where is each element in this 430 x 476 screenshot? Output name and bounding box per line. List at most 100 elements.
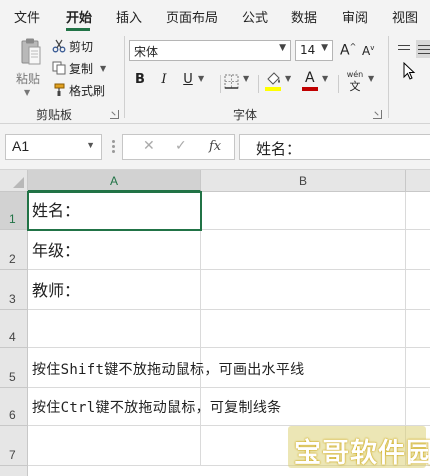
watermark-text: 宝哥软件园 <box>294 438 430 469</box>
chevron-down-icon: ▼ <box>279 43 286 53</box>
tab-review[interactable]: 审阅 <box>342 7 368 26</box>
scissors-icon <box>52 39 66 53</box>
ribbon: 粘贴 ▼ 剪切 复制 ▼ 格式刷 剪贴板 宋体 ▼ 14 ▼ A^ Av B I… <box>0 32 430 124</box>
format-painter-button[interactable]: 格式刷 <box>52 81 105 99</box>
decrease-font-size-button[interactable]: Av <box>362 44 374 58</box>
cut-label: 剪切 <box>69 39 94 54</box>
underline-button[interactable]: U <box>180 72 196 87</box>
underline-dropdown-icon[interactable]: ▼ <box>198 74 204 83</box>
cell-a3[interactable]: 教师： <box>28 270 201 310</box>
fill-color-dropdown-icon[interactable]: ▼ <box>285 74 291 83</box>
copy-dropdown-icon[interactable]: ▼ <box>100 64 106 73</box>
tab-insert[interactable]: 插入 <box>116 7 142 26</box>
row-header[interactable]: 7 <box>0 426 28 466</box>
active-tab-indicator <box>66 28 90 31</box>
paste-dropdown-icon[interactable]: ▼ <box>24 88 30 97</box>
cell-a2[interactable]: 年级： <box>28 230 201 270</box>
cell-c6[interactable] <box>406 388 430 426</box>
row-header[interactable]: 3 <box>0 270 28 310</box>
column-header-c[interactable] <box>406 170 430 192</box>
cell-a4[interactable] <box>28 310 201 348</box>
row-header[interactable]: 6 <box>0 388 28 426</box>
font-divider <box>220 75 221 93</box>
cell-b4[interactable] <box>201 310 406 348</box>
mouse-cursor-icon <box>403 62 416 80</box>
cell-c1[interactable] <box>406 192 430 230</box>
row-header[interactable]: 4 <box>0 310 28 348</box>
formula-bar-resize-handle[interactable] <box>112 140 115 154</box>
italic-button[interactable]: I <box>156 72 172 87</box>
format-painter-label: 格式刷 <box>69 83 106 98</box>
column-header-b[interactable]: B <box>201 170 406 192</box>
cell-b1[interactable] <box>201 192 406 230</box>
paste-button[interactable]: 粘贴 ▼ <box>10 38 48 97</box>
formula-content: 姓名： <box>256 140 302 158</box>
cut-button[interactable]: 剪切 <box>52 37 93 55</box>
select-all-button[interactable] <box>0 170 28 192</box>
bold-button[interactable]: B <box>132 72 148 87</box>
font-size-select[interactable]: 14 ▼ <box>295 40 333 61</box>
row-header[interactable]: 5 <box>0 348 28 388</box>
cancel-icon[interactable]: ✕ <box>143 138 155 154</box>
row-header[interactable] <box>0 466 28 476</box>
chevron-down-icon: ▼ <box>321 43 328 53</box>
copy-label: 复制 <box>69 61 94 76</box>
insert-function-button[interactable]: fx <box>209 139 221 154</box>
cell-a5[interactable]: 按住Shift键不放拖动鼠标，可画出水平线 <box>28 348 304 388</box>
cell-a6[interactable]: 按住Ctrl键不放拖动鼠标，可复制线条 <box>28 388 281 426</box>
row-header[interactable]: 2 <box>0 230 28 270</box>
font-size-value: 14 <box>300 43 316 57</box>
group-divider <box>124 36 125 118</box>
cell-c2[interactable] <box>406 230 430 270</box>
align-top-icon[interactable] <box>396 40 414 58</box>
group-divider <box>388 36 389 118</box>
cell-c5[interactable] <box>406 348 430 388</box>
copy-button[interactable]: 复制 ▼ <box>52 59 106 77</box>
formula-bar: A1 ▼ ✕ ✓ fx 姓名： <box>0 124 430 170</box>
font-launcher-icon[interactable] <box>373 110 382 119</box>
cell-a7[interactable] <box>28 426 201 466</box>
cell-a1[interactable]: 姓名： <box>27 191 202 231</box>
ribbon-tab-bar: 文件 开始 插入 页面布局 公式 数据 审阅 视图 <box>0 0 430 32</box>
chevron-down-icon[interactable]: ▼ <box>86 140 95 150</box>
font-name-select[interactable]: 宋体 ▼ <box>129 40 291 61</box>
font-divider <box>338 75 339 93</box>
row-header[interactable]: 1 <box>0 192 28 230</box>
phonetic-guide-button[interactable]: wén 文 <box>344 70 366 93</box>
cell-b2[interactable] <box>201 230 406 270</box>
tab-file[interactable]: 文件 <box>14 7 40 26</box>
copy-icon <box>52 61 66 75</box>
column-header-a[interactable]: A <box>28 170 201 192</box>
paste-label: 粘贴 <box>16 72 41 86</box>
cell-c3[interactable] <box>406 270 430 310</box>
borders-dropdown-icon[interactable]: ▼ <box>243 74 249 83</box>
font-divider <box>258 75 259 93</box>
paste-icon <box>21 38 41 65</box>
tab-data[interactable]: 数据 <box>291 7 317 26</box>
cell-c4[interactable] <box>406 310 430 348</box>
font-color-swatch <box>302 87 318 91</box>
font-name-value: 宋体 <box>134 45 159 59</box>
font-color-dropdown-icon[interactable]: ▼ <box>322 74 328 83</box>
enter-icon[interactable]: ✓ <box>175 138 187 154</box>
clipboard-launcher-icon[interactable] <box>110 110 119 119</box>
align-middle-icon[interactable] <box>416 40 430 58</box>
cell-b3[interactable] <box>201 270 406 310</box>
tab-page-layout[interactable]: 页面布局 <box>166 7 218 26</box>
watermark-logo: 宝哥软件园 <box>284 424 430 472</box>
name-box-value: A1 <box>12 138 30 154</box>
name-box[interactable]: A1 ▼ <box>5 134 102 160</box>
formula-buttons: ✕ ✓ fx <box>122 134 235 160</box>
tab-view[interactable]: 视图 <box>392 7 418 26</box>
font-color-button[interactable]: A <box>302 70 318 92</box>
format-painter-icon <box>54 83 65 96</box>
increase-font-size-button[interactable]: A^ <box>340 42 356 59</box>
phonetic-dropdown-icon[interactable]: ▼ <box>368 74 374 83</box>
tab-formulas[interactable]: 公式 <box>242 7 268 26</box>
tab-home[interactable]: 开始 <box>66 7 92 26</box>
font-group-label: 字体 <box>233 108 258 122</box>
fill-color-icon[interactable] <box>264 70 282 92</box>
formula-input[interactable]: 姓名： <box>239 134 430 160</box>
borders-icon[interactable] <box>224 74 240 90</box>
clipboard-group-label: 剪贴板 <box>36 108 73 122</box>
